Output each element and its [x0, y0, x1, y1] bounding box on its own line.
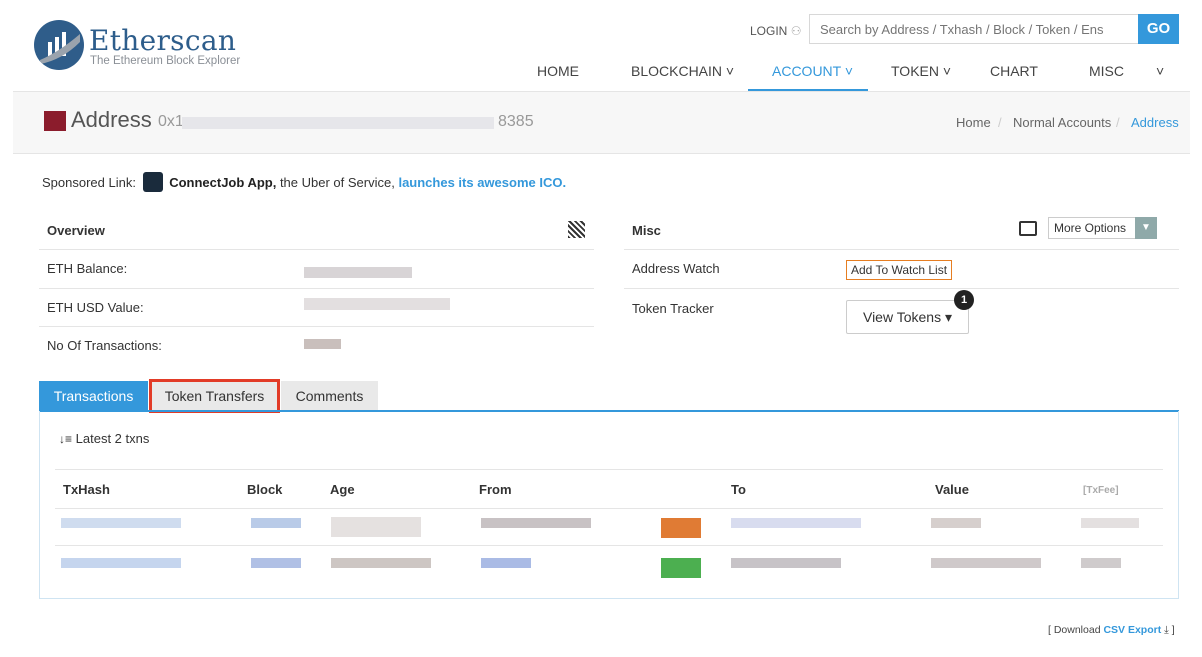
latest-txns-label: Latest 2 txns — [75, 431, 150, 446]
eth-usd-value — [304, 298, 450, 310]
eth-balance-value — [304, 267, 412, 278]
add-to-watch-list-button[interactable]: Add To Watch List — [846, 260, 953, 280]
column-header: Age — [330, 482, 355, 497]
tab-comments[interactable]: Comments — [281, 381, 378, 411]
divider — [39, 288, 594, 289]
direction-badge — [661, 518, 701, 538]
address-suffix: 8385 — [498, 113, 534, 130]
from-address[interactable] — [481, 518, 591, 528]
user-icon: ⚇ — [790, 24, 802, 38]
nav-blockchain[interactable]: BLOCKCHAIN ˅ — [631, 63, 734, 79]
txhash-link[interactable] — [61, 518, 181, 528]
divider — [624, 288, 1179, 289]
sponsored-prefix: Sponsored Link: — [42, 175, 136, 190]
nav-misc[interactable]: MISC — [1089, 63, 1124, 79]
misc-heading: Misc — [632, 223, 661, 238]
column-header: Value — [935, 482, 969, 497]
tab-transactions[interactable]: Transactions — [39, 381, 148, 411]
breadcrumb-address: Address — [1131, 115, 1179, 130]
sponsored-ico-link[interactable]: launches its awesome ICO. — [398, 175, 566, 190]
eth-balance-label: ETH Balance: — [47, 261, 128, 276]
divider — [39, 326, 594, 327]
sponsored-middle: the Uber of Service, — [276, 175, 399, 190]
tx-count-label: No Of Transactions: — [47, 338, 162, 353]
age-value — [331, 558, 431, 568]
block-link[interactable] — [251, 518, 301, 528]
token-count-badge: 1 — [954, 290, 974, 310]
from-address[interactable] — [481, 558, 531, 568]
to-address[interactable] — [731, 518, 861, 528]
address-prefix: 0x1 — [158, 113, 184, 130]
more-options-label[interactable]: More Options — [1054, 221, 1126, 235]
address-redacted — [182, 117, 494, 129]
eth-usd-label: ETH USD Value: — [47, 300, 144, 315]
nav-chart[interactable]: CHART — [990, 63, 1038, 79]
sponsored-link: Sponsored Link: ConnectJob App, the Uber… — [42, 172, 566, 192]
token-tracker-label: Token Tracker — [632, 301, 714, 316]
chevron-down-icon[interactable]: ▼ — [1135, 217, 1157, 239]
printer-icon[interactable] — [1019, 221, 1037, 236]
column-header: Block — [247, 482, 283, 497]
logo-subtitle: The Ethereum Block Explorer — [90, 55, 241, 67]
breadcrumb-normal-accounts[interactable]: Normal Accounts — [1013, 115, 1111, 130]
direction-badge — [661, 558, 701, 578]
column-header: TxHash — [63, 482, 110, 497]
identicon-icon — [44, 111, 66, 131]
column-header: To — [731, 482, 746, 497]
breadcrumb-separator: / — [998, 115, 1002, 130]
search-input[interactable] — [809, 14, 1139, 44]
breadcrumb-separator: / — [1116, 115, 1120, 130]
divider — [624, 249, 1179, 250]
age-value — [331, 517, 421, 537]
chevron-down-icon[interactable]: ˅ — [1156, 63, 1164, 79]
search-go-button[interactable]: GO — [1138, 14, 1179, 44]
etherscan-logo-icon[interactable] — [34, 20, 84, 70]
txfee-amount — [1081, 518, 1139, 528]
address-watch-label: Address Watch — [632, 261, 720, 276]
tab-token-transfers[interactable]: Token Transfers — [149, 379, 280, 413]
download-icon: ⤓ ] — [1161, 624, 1175, 636]
overview-heading: Overview — [47, 223, 105, 238]
nav-account[interactable]: ACCOUNT ˅ — [772, 63, 853, 79]
divider — [39, 249, 594, 250]
tx-count-value — [304, 339, 341, 349]
csv-prefix: [ Download — [1048, 624, 1104, 636]
block-link[interactable] — [251, 558, 301, 568]
txfee-amount — [1081, 558, 1121, 568]
value-amount — [931, 558, 1041, 568]
qr-code-icon[interactable] — [568, 221, 585, 238]
column-header-txfee[interactable]: [TxFee] — [1083, 485, 1119, 496]
breadcrumb-home[interactable]: Home — [956, 115, 991, 130]
csv-export-link[interactable]: CSV Export — [1103, 624, 1161, 636]
connectjob-logo-icon — [142, 172, 163, 192]
transactions-panel — [39, 411, 1179, 599]
login-label[interactable]: LOGIN — [750, 24, 787, 38]
column-header: From — [479, 482, 512, 497]
divider — [55, 545, 1163, 546]
divider — [55, 508, 1163, 509]
login-link[interactable]: LOGIN ⚇ — [750, 24, 801, 38]
nav-token[interactable]: TOKEN ˅ — [891, 63, 951, 79]
logo-title[interactable]: Etherscan — [89, 26, 236, 56]
csv-export: [ Download CSV Export ⤓ ] — [1048, 624, 1175, 637]
to-address[interactable] — [731, 558, 841, 568]
sort-icon: ↓≡ — [59, 432, 73, 446]
view-tokens-button[interactable]: View Tokens ▾ — [846, 300, 969, 334]
latest-txns: ↓≡ Latest 2 txns — [59, 431, 149, 446]
sponsored-brand: ConnectJob App, — [169, 175, 277, 190]
nav-home[interactable]: HOME — [537, 63, 579, 79]
divider — [55, 469, 1163, 470]
page-title: Address — [71, 107, 152, 132]
txhash-link[interactable] — [61, 558, 181, 568]
value-amount — [931, 518, 981, 528]
